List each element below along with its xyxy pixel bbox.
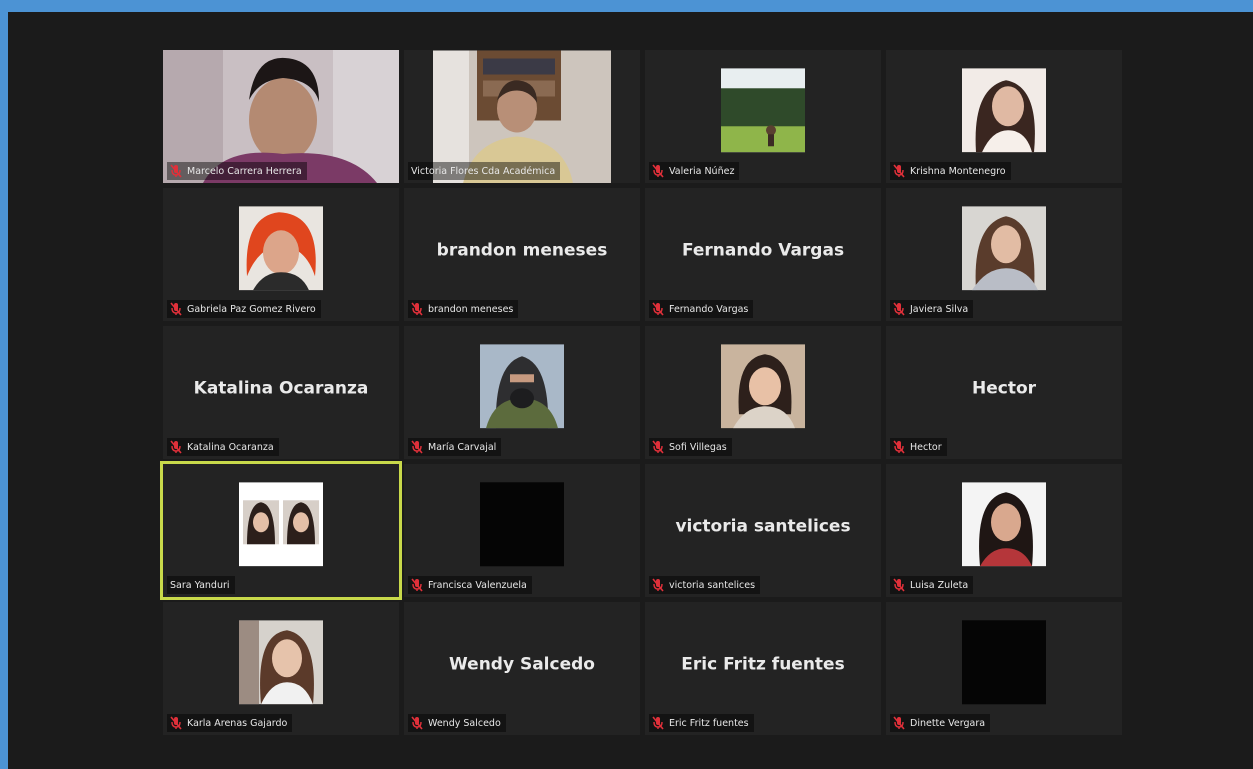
name-label: Javiera Silva (890, 300, 974, 318)
name-label: Victoria Flores Cda Académica (408, 162, 561, 180)
participant-tile[interactable]: Valeria Núñez (645, 50, 881, 183)
mic-muted-icon (652, 578, 664, 592)
participant-tile[interactable]: Victoria Flores Cda Académica (404, 50, 640, 183)
participant-name: Wendy Salcedo (428, 717, 501, 729)
participant-tile[interactable]: Krishna Montenegro (886, 50, 1122, 183)
participant-tile[interactable]: Eric Fritz fuentes Eric Fritz fuentes (645, 602, 881, 735)
meeting-window: Marcelo Carrera Herrera Victoria Flores … (8, 12, 1253, 769)
profile-photo (721, 67, 805, 152)
participant-tile[interactable]: Hector Hector (886, 326, 1122, 459)
profile-photo (721, 343, 805, 428)
name-label: Wendy Salcedo (408, 714, 506, 732)
participant-name: Sara Yanduri (170, 579, 230, 591)
participant-display-name: Hector (971, 378, 1037, 399)
participant-name: Valeria Núñez (669, 165, 735, 177)
mic-muted-icon (893, 716, 905, 730)
profile-photo (239, 619, 323, 704)
mic-muted-icon (411, 578, 423, 592)
mic-muted-icon (170, 440, 182, 454)
participant-tile[interactable]: Marcelo Carrera Herrera (163, 50, 399, 183)
participant-tile[interactable]: victoria santelices victoria santelices (645, 464, 881, 597)
participant-tile[interactable]: Gabriela Paz Gomez Rivero (163, 188, 399, 321)
participant-display-name: brandon meneses (436, 240, 608, 261)
name-label: brandon meneses (408, 300, 519, 318)
mic-muted-icon (652, 164, 664, 178)
profile-photo (962, 67, 1046, 152)
mic-muted-icon (170, 302, 182, 316)
mic-muted-icon (652, 302, 664, 316)
mic-muted-icon (893, 302, 905, 316)
participant-display-name: victoria santelices (675, 516, 851, 537)
name-label: Sara Yanduri (167, 576, 235, 594)
participant-name: Dinette Vergara (910, 717, 986, 729)
participant-tile[interactable]: Javiera Silva (886, 188, 1122, 321)
name-label: Marcelo Carrera Herrera (167, 162, 307, 180)
mic-muted-icon (652, 716, 664, 730)
participant-tile[interactable]: Fernando Vargas Fernando Vargas (645, 188, 881, 321)
participant-tile[interactable]: Luisa Zuleta (886, 464, 1122, 597)
name-label: María Carvajal (408, 438, 502, 456)
participant-tile[interactable]: brandon meneses brandon meneses (404, 188, 640, 321)
name-label: Valeria Núñez (649, 162, 740, 180)
mic-muted-icon (411, 440, 423, 454)
participant-name: Luisa Zuleta (910, 579, 969, 591)
name-label: victoria santelices (649, 576, 761, 594)
participant-name: María Carvajal (428, 441, 497, 453)
mic-muted-icon (411, 302, 423, 316)
name-label: Hector (890, 438, 947, 456)
mic-muted-icon (411, 716, 423, 730)
gallery-grid: Marcelo Carrera Herrera Victoria Flores … (160, 50, 1132, 743)
name-label: Luisa Zuleta (890, 576, 974, 594)
name-label: Katalina Ocaranza (167, 438, 279, 456)
participant-name: Marcelo Carrera Herrera (187, 165, 302, 177)
profile-photo (480, 481, 564, 566)
name-label: Francisca Valenzuela (408, 576, 532, 594)
participant-name: Javiera Silva (910, 303, 969, 315)
participant-name: Gabriela Paz Gomez Rivero (187, 303, 316, 315)
participant-name: Karla Arenas Gajardo (187, 717, 288, 729)
profile-photo (962, 205, 1046, 290)
participant-display-name: Katalina Ocaranza (193, 378, 369, 399)
mic-muted-icon (652, 440, 664, 454)
participant-tile[interactable]: Sofi Villegas (645, 326, 881, 459)
name-label: Gabriela Paz Gomez Rivero (167, 300, 321, 318)
participant-display-name: Wendy Salcedo (449, 654, 595, 675)
participant-display-name: Fernando Vargas (681, 240, 845, 261)
mic-muted-icon (893, 164, 905, 178)
participant-name: Hector (910, 441, 942, 453)
participant-tile[interactable]: Wendy Salcedo Wendy Salcedo (404, 602, 640, 735)
profile-photo (239, 205, 323, 290)
participant-tile[interactable]: Karla Arenas Gajardo (163, 602, 399, 735)
name-label: Karla Arenas Gajardo (167, 714, 293, 732)
participant-name: victoria santelices (669, 579, 756, 591)
mic-muted-icon (170, 716, 182, 730)
participant-display-name: Eric Fritz fuentes (681, 654, 845, 675)
mic-muted-icon (893, 440, 905, 454)
participant-tile[interactable]: Katalina Ocaranza Katalina Ocaranza (163, 326, 399, 459)
profile-photo (962, 481, 1046, 566)
name-label: Krishna Montenegro (890, 162, 1011, 180)
participant-name: Francisca Valenzuela (428, 579, 527, 591)
participant-tile[interactable]: Dinette Vergara (886, 602, 1122, 735)
participant-name: brandon meneses (428, 303, 514, 315)
participant-tile[interactable]: Francisca Valenzuela (404, 464, 640, 597)
mic-muted-icon (893, 578, 905, 592)
profile-photo (962, 619, 1046, 704)
name-label: Dinette Vergara (890, 714, 991, 732)
name-label: Fernando Vargas (649, 300, 754, 318)
participant-name: Katalina Ocaranza (187, 441, 274, 453)
participant-tile[interactable]: María Carvajal (404, 326, 640, 459)
participant-name: Krishna Montenegro (910, 165, 1006, 177)
name-label: Eric Fritz fuentes (649, 714, 754, 732)
participant-name: Victoria Flores Cda Académica (411, 165, 556, 177)
mic-muted-icon (170, 164, 182, 178)
participant-name: Fernando Vargas (669, 303, 749, 315)
participant-name: Eric Fritz fuentes (669, 717, 749, 729)
profile-photo (239, 481, 323, 566)
profile-photo (480, 343, 564, 428)
participant-name: Sofi Villegas (669, 441, 727, 453)
name-label: Sofi Villegas (649, 438, 732, 456)
participant-tile-active-speaker[interactable]: Sara Yanduri (160, 461, 402, 600)
